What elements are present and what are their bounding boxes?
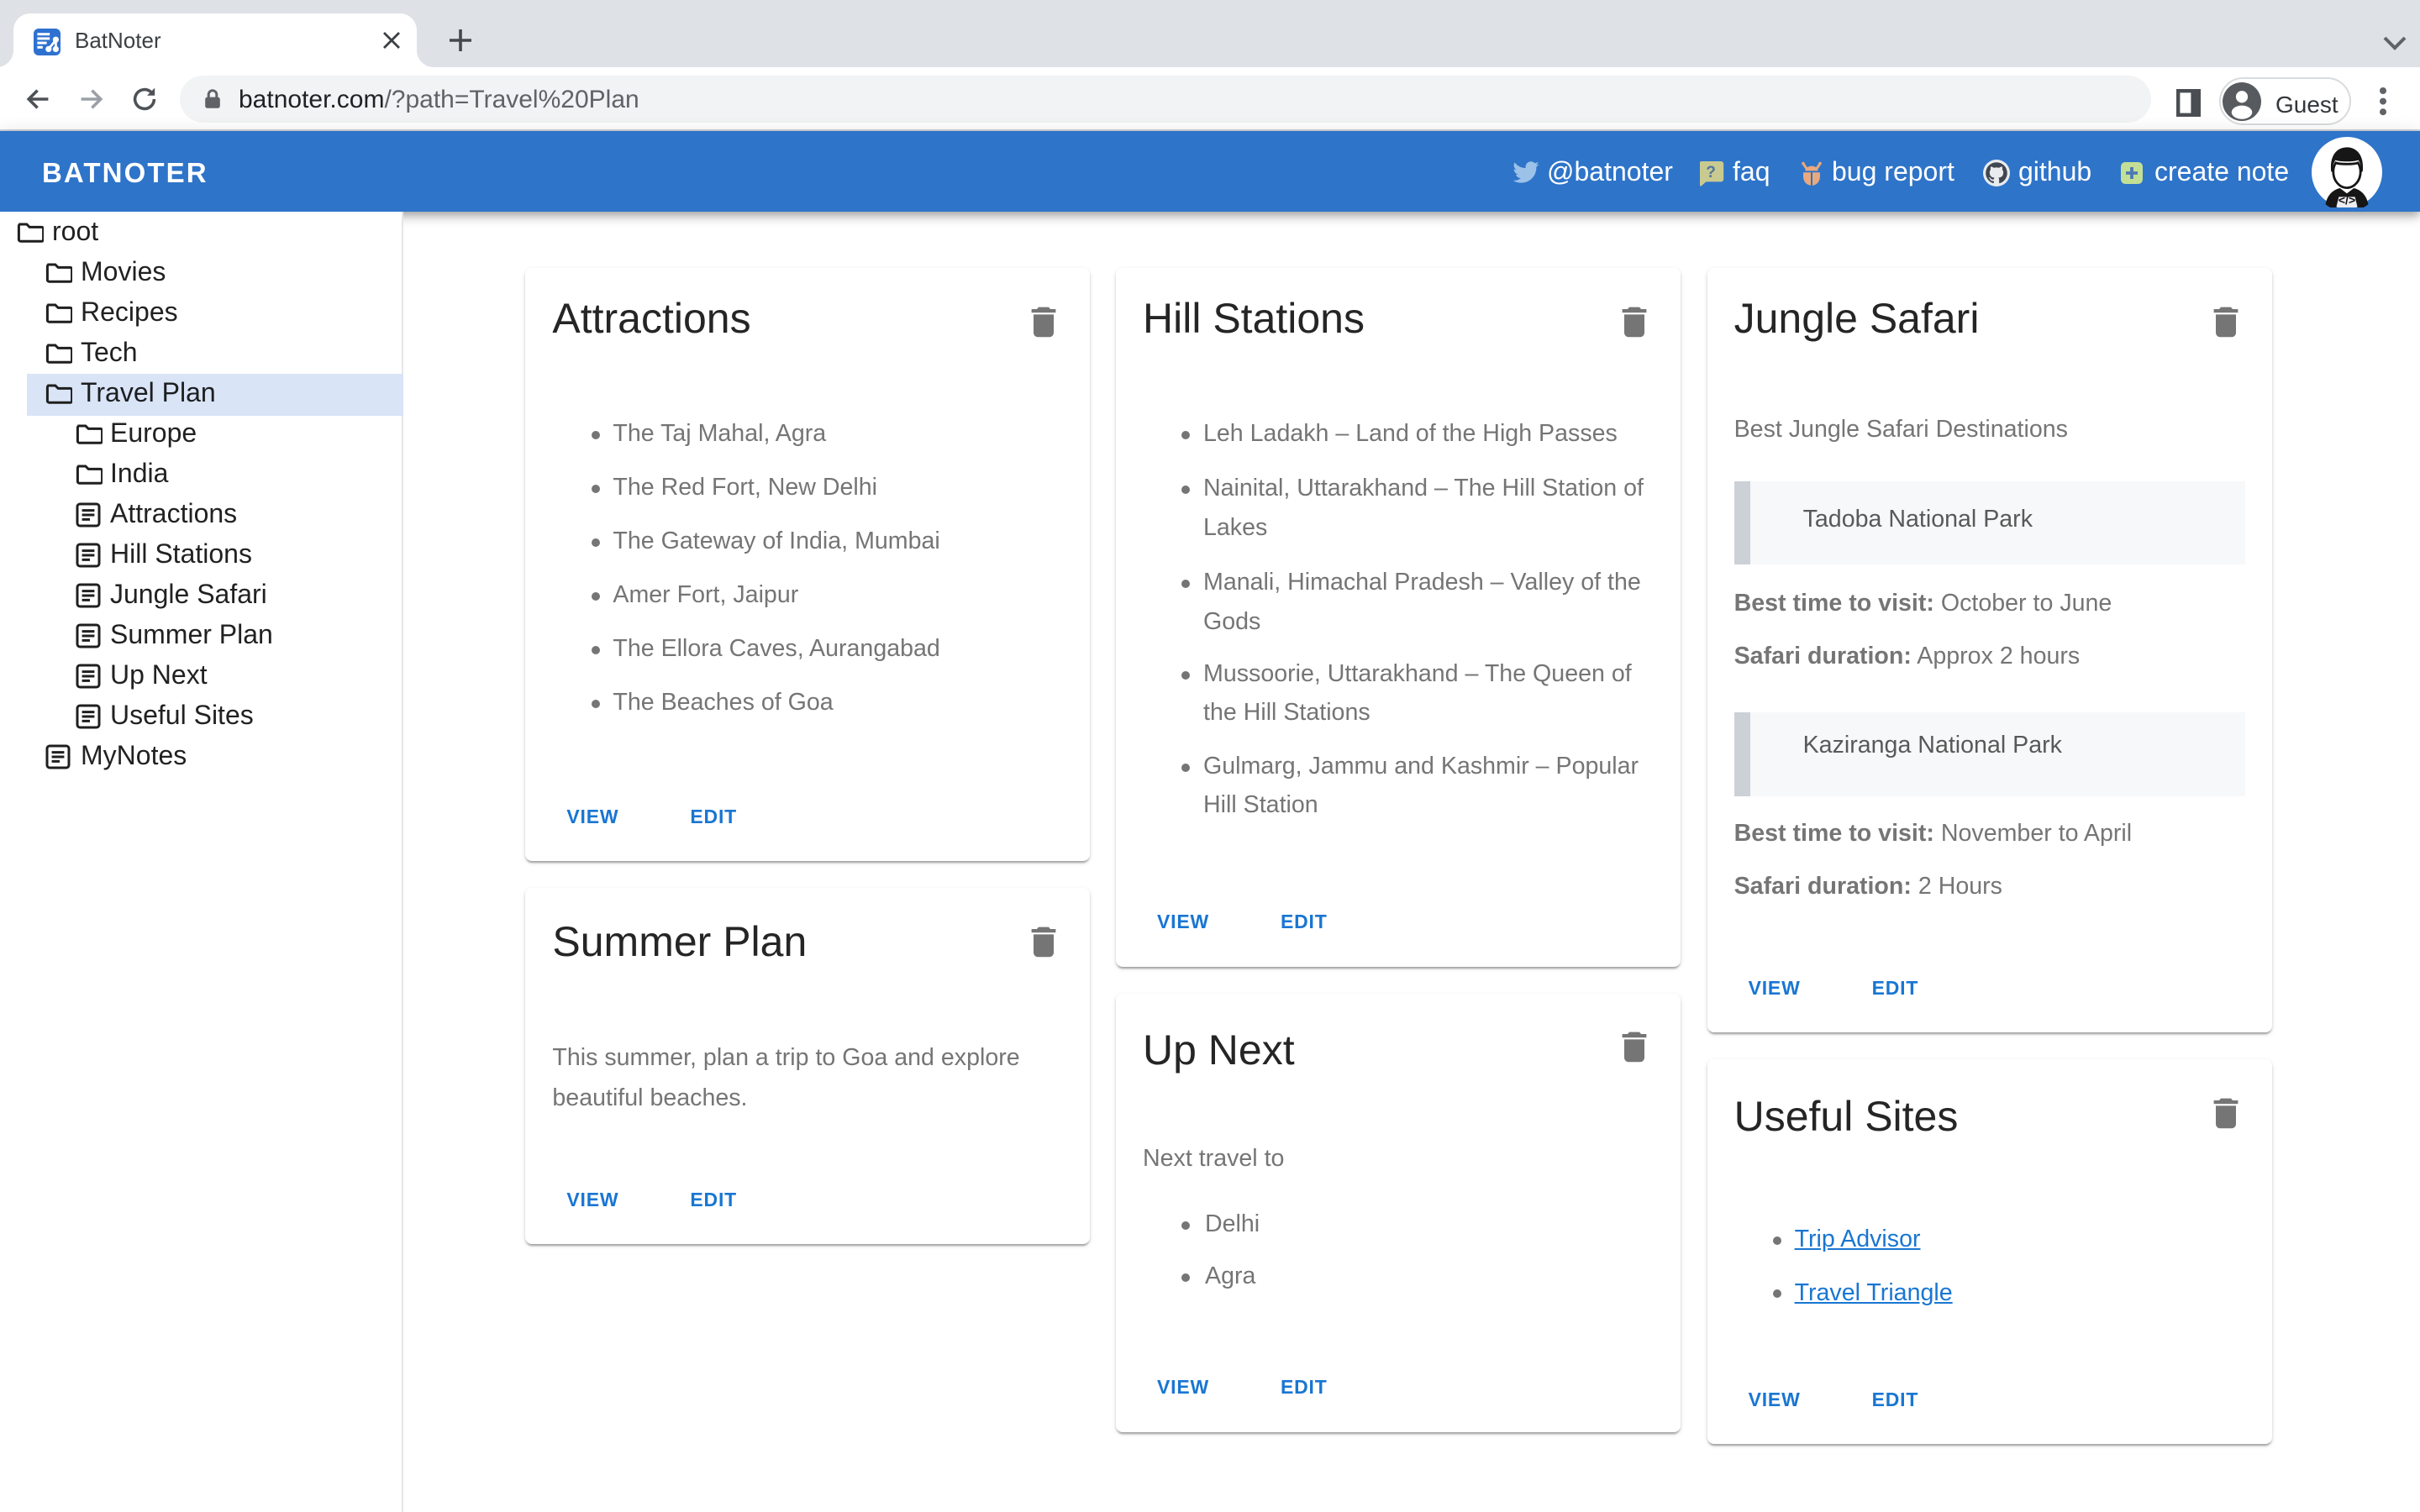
svg-text:</>: </> (2338, 193, 2355, 207)
svg-text:?: ? (1706, 164, 1716, 181)
